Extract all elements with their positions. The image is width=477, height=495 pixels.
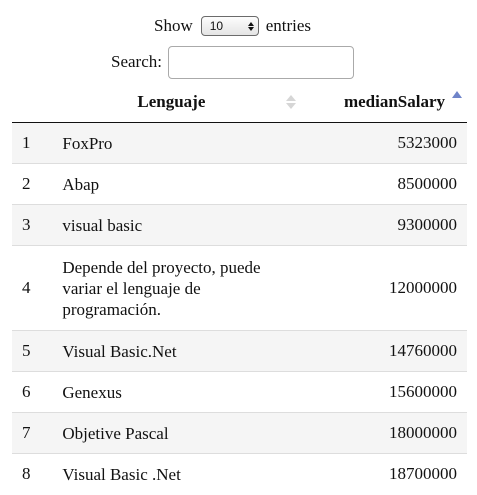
cell-lenguaje-text: Objetive Pascal xyxy=(62,423,169,443)
cell-lenguaje: Genexus xyxy=(62,371,303,413)
row-index: 8 xyxy=(12,453,63,495)
cell-mediansalary: 8500000 xyxy=(302,163,467,205)
table-row: 1 FoxPro 5323000 xyxy=(12,122,467,164)
column-header-mediansalary-label: medianSalary xyxy=(343,92,445,111)
table-row: 7 Objetive Pascal 18000000 xyxy=(12,412,467,454)
table-row: 8 Visual Basic .Net 18700000 xyxy=(12,453,467,495)
show-label: Show xyxy=(154,16,193,35)
cell-mediansalary: 14760000 xyxy=(302,330,467,372)
row-index: 2 xyxy=(12,163,63,205)
table-row: 5 Visual Basic.Net 14760000 xyxy=(12,330,467,372)
cell-mediansalary: 18700000 xyxy=(302,453,467,495)
sort-both-icon xyxy=(286,95,297,109)
table-body: 1 FoxPro 5323000 2 Abap 8500000 3 visual basic 9… xyxy=(12,122,467,495)
table-row: 2 Abap 8500000 xyxy=(12,163,467,205)
table-header: Lenguaje medianSalary xyxy=(12,82,467,123)
cell-lenguaje: Objetive Pascal xyxy=(62,412,303,454)
cell-lenguaje: Depende del proyecto, puede variar el le… xyxy=(62,245,303,331)
cell-mediansalary: 5323000 xyxy=(302,122,467,164)
row-index: 3 xyxy=(12,204,63,246)
cell-lenguaje-text: Abap xyxy=(62,174,100,194)
sort-ascending-icon xyxy=(452,91,462,98)
entries-select[interactable]: 10 xyxy=(200,16,259,36)
cell-lenguaje: Abap xyxy=(62,163,303,205)
cell-lenguaje-text: Depende del proyecto, puede variar el le… xyxy=(62,257,261,319)
column-header-lenguaje-label: Lenguaje xyxy=(137,92,206,111)
column-header-mediansalary[interactable]: medianSalary xyxy=(302,82,467,123)
row-index: 7 xyxy=(12,412,63,454)
cell-mediansalary: 15600000 xyxy=(302,371,467,413)
header-row: Lenguaje medianSalary xyxy=(12,82,467,123)
cell-lenguaje: Visual Basic.Net xyxy=(62,330,303,372)
row-index: 1 xyxy=(12,122,63,164)
cell-lenguaje-text: Visual Basic .Net xyxy=(62,464,181,484)
cell-lenguaje: Visual Basic .Net xyxy=(62,453,303,495)
cell-mediansalary: 18000000 xyxy=(302,412,467,454)
select-arrows-icon xyxy=(247,21,254,31)
entries-label: entries xyxy=(265,16,312,35)
column-header-index xyxy=(12,82,63,123)
row-index: 5 xyxy=(12,330,63,372)
cell-lenguaje-text: Genexus xyxy=(62,382,122,402)
table-row: 4 Depende del proyecto, puede variar el l… xyxy=(12,245,467,331)
table-row: 3 visual basic 9300000 xyxy=(12,204,467,246)
cell-mediansalary: 12000000 xyxy=(302,245,467,331)
search-input[interactable] xyxy=(167,45,354,79)
row-index: 4 xyxy=(12,245,63,331)
search-label: Search: xyxy=(111,52,162,71)
cell-lenguaje-text: Visual Basic.Net xyxy=(62,341,177,361)
row-index: 6 xyxy=(12,371,63,413)
cell-lenguaje-text: FoxPro xyxy=(62,133,113,153)
data-table: Lenguaje medianSalary 1 FoxPro 5323000 2 Aba… xyxy=(12,82,467,495)
search-control: Search: xyxy=(111,45,354,79)
cell-lenguaje: visual basic xyxy=(62,204,303,246)
length-control: Show 10 entries xyxy=(154,14,311,38)
cell-mediansalary: 9300000 xyxy=(302,204,467,246)
table-row: 6 Genexus 15600000 xyxy=(12,371,467,413)
column-header-lenguaje[interactable]: Lenguaje xyxy=(62,82,303,123)
cell-lenguaje: FoxPro xyxy=(62,122,303,164)
cell-lenguaje-text: visual basic xyxy=(62,215,143,235)
entries-select-value: 10 xyxy=(209,19,224,33)
